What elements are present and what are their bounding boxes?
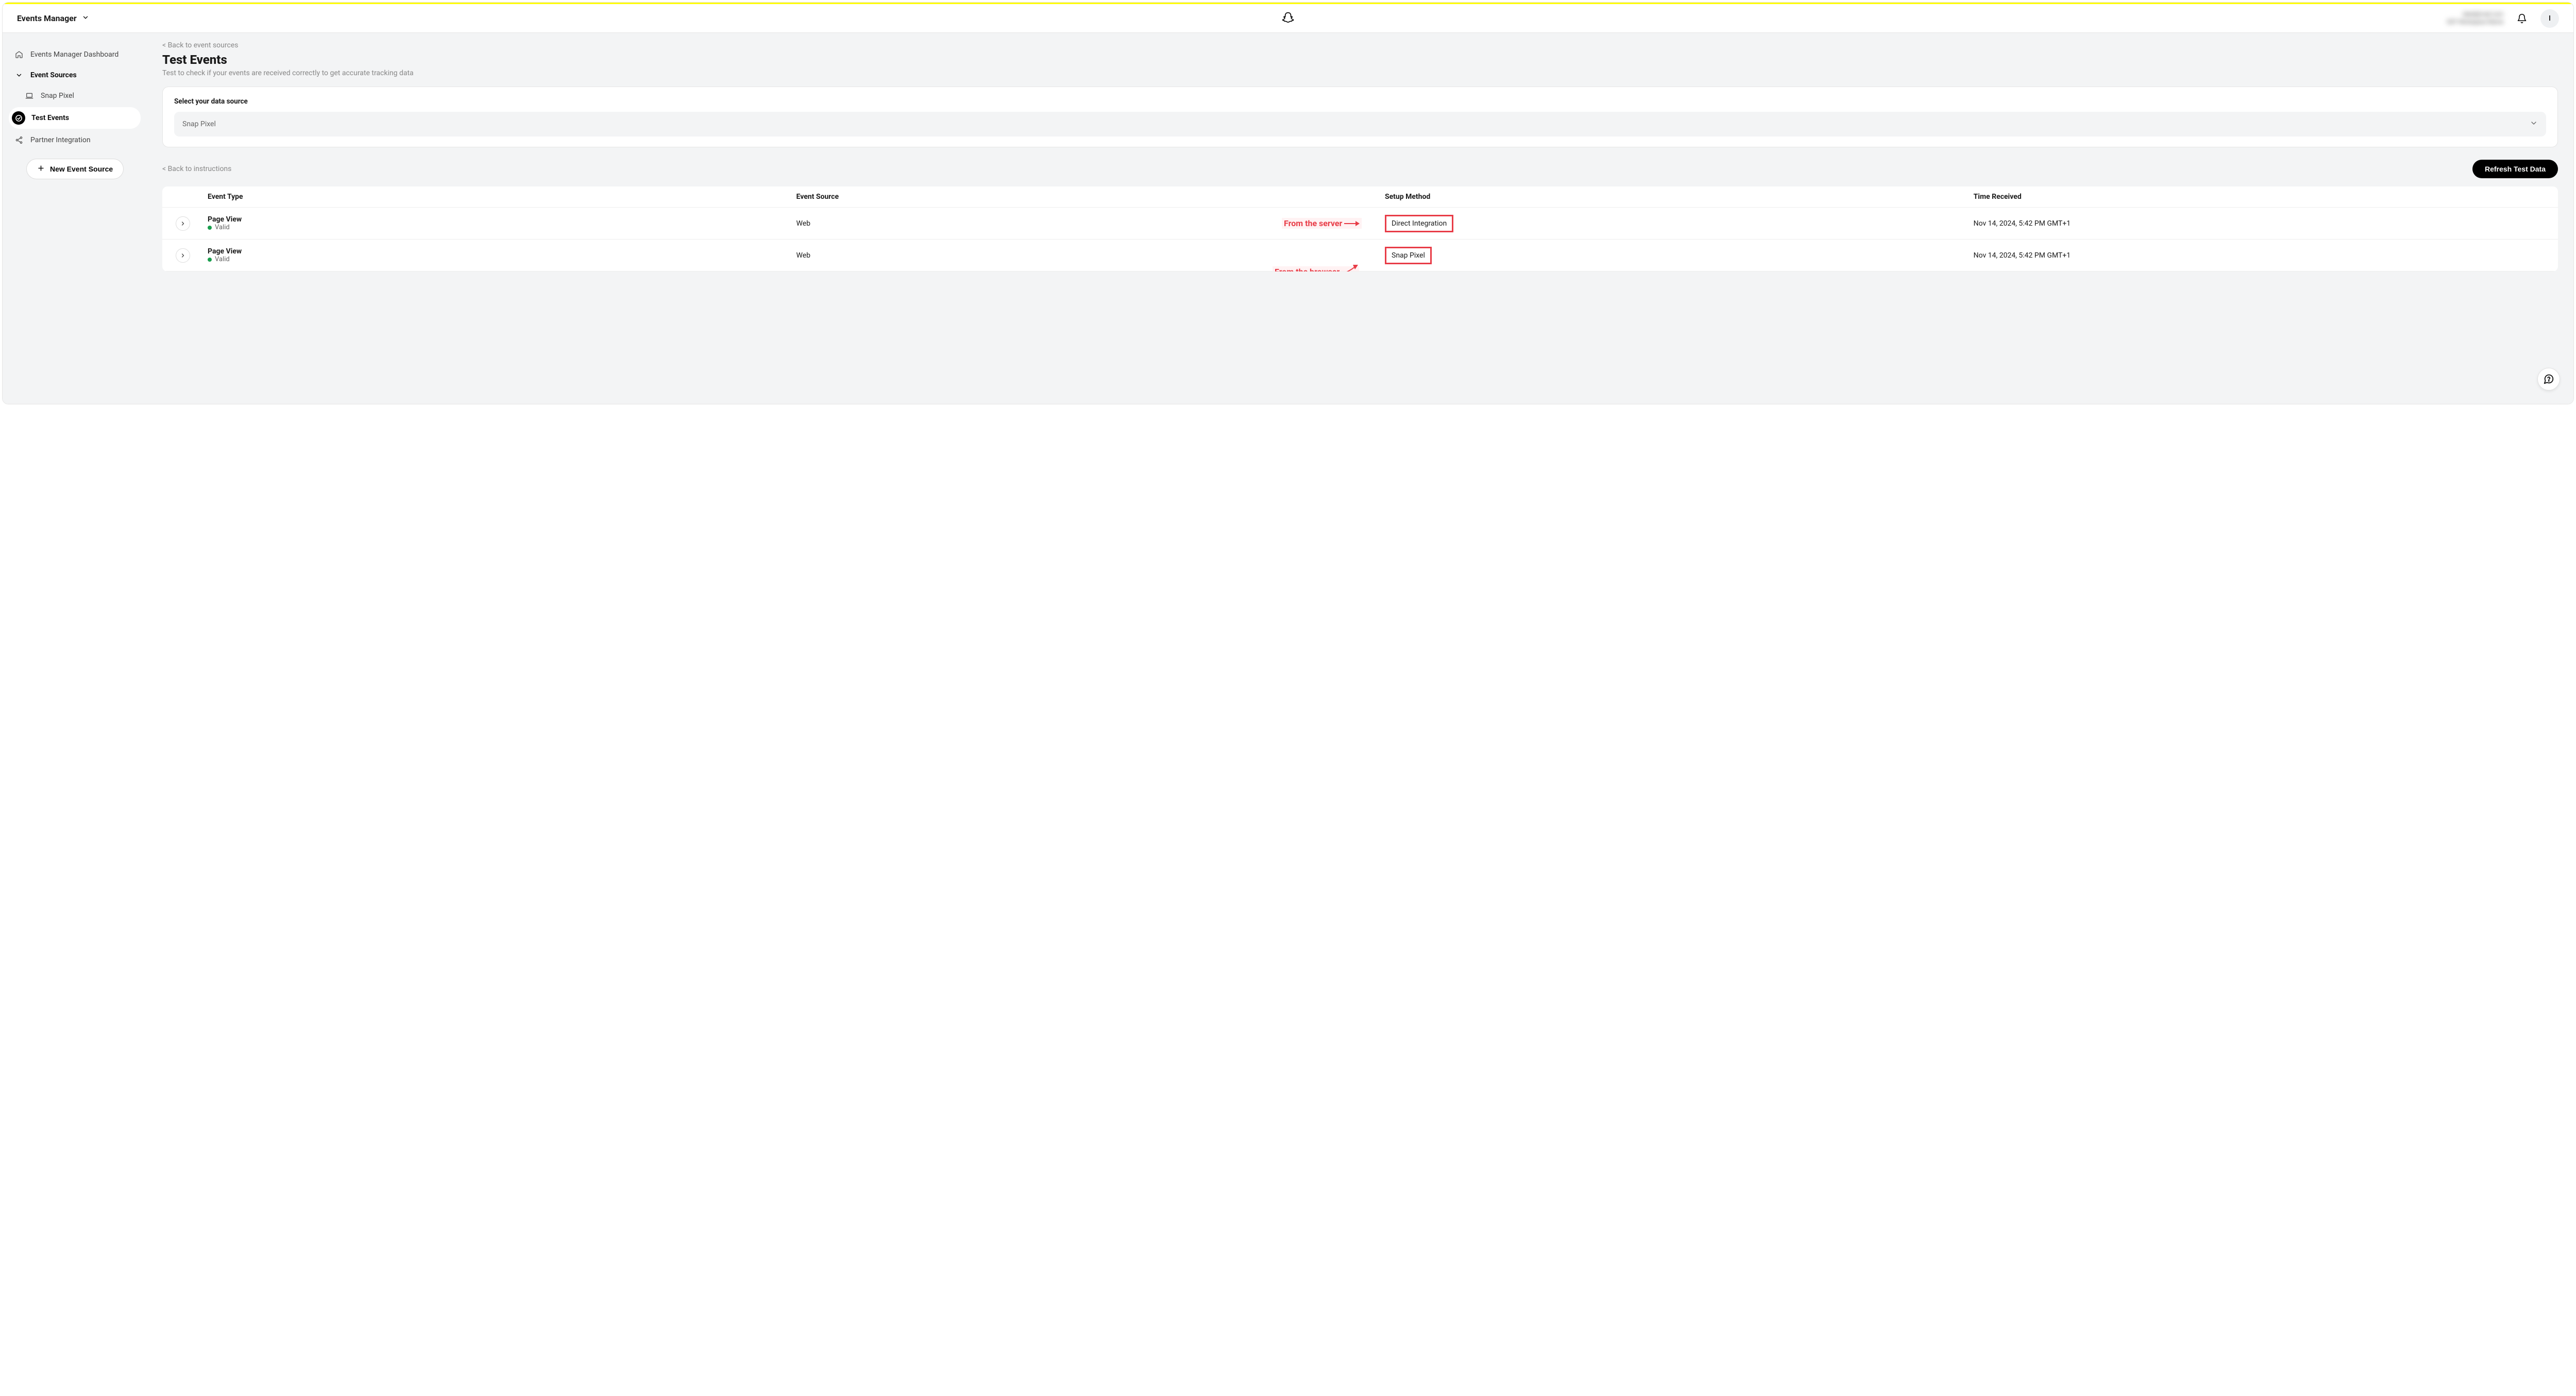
chevron-down-icon — [14, 70, 24, 80]
help-icon — [2543, 373, 2554, 385]
sidebar-item-partner-integration[interactable]: Partner Integration — [9, 131, 141, 149]
sidebar-item-label: Snap Pixel — [41, 92, 74, 100]
page-title: Test Events — [162, 53, 2558, 67]
sidebar-item-label: Event Sources — [30, 71, 77, 79]
sidebar-section-event-sources[interactable]: Event Sources — [9, 66, 141, 84]
expand-row-button[interactable] — [176, 216, 190, 231]
main-content: < Back to event sources Test Events Test… — [147, 33, 2573, 404]
share-icon — [14, 135, 24, 145]
select-label: Select your data source — [174, 97, 2546, 106]
check-circle-icon — [12, 111, 25, 125]
sidebar-item-test-events[interactable]: Test Events — [9, 107, 141, 129]
home-icon — [14, 49, 24, 60]
notifications-button[interactable] — [2513, 9, 2531, 28]
snapchat-ghost-icon — [1281, 11, 1295, 26]
status-text: Valid — [215, 224, 230, 231]
status-badge: Valid — [208, 224, 788, 231]
events-table: Event Type Event Source Setup Method Tim… — [162, 186, 2558, 271]
table-row: Page View Valid Web From the browser — [162, 240, 2558, 271]
chevron-right-icon — [180, 252, 186, 259]
status-text: Valid — [215, 256, 230, 263]
new-event-source-button[interactable]: New Event Source — [26, 159, 124, 179]
back-to-instructions-link[interactable]: < Back to instructions — [162, 165, 231, 173]
arrow-right-icon — [1344, 219, 1360, 227]
sidebar-item-dashboard[interactable]: Events Manager Dashboard — [9, 45, 141, 64]
sidebar-item-label: Events Manager Dashboard — [30, 50, 118, 59]
sidebar-item-snap-pixel[interactable]: Snap Pixel — [9, 87, 141, 105]
top-bar: Events Manager label@mail.com GST Worksp… — [3, 4, 2573, 33]
select-value: Snap Pixel — [182, 120, 216, 128]
time-received: Nov 14, 2024, 5:42 PM GMT+1 — [1970, 219, 2558, 228]
bell-icon — [2517, 13, 2527, 24]
annotation-label: From the server — [1282, 218, 1362, 229]
data-source-card: Select your data source Snap Pixel — [162, 87, 2558, 147]
annotation-label: From the browser — [1273, 266, 1359, 272]
chevron-down-icon — [2530, 119, 2538, 129]
col-event-source: Event Source — [792, 193, 1381, 201]
back-to-sources-link[interactable]: < Back to event sources — [162, 41, 238, 49]
app-name: Events Manager — [17, 13, 77, 23]
event-source: Web — [792, 251, 1381, 260]
laptop-icon — [24, 91, 35, 101]
sidebar-item-label: Test Events — [31, 114, 69, 122]
account-info-blurred: label@mail.com GST Workspace Name — [2447, 11, 2503, 26]
help-button[interactable] — [2537, 368, 2560, 390]
avatar-initial: I — [2549, 14, 2551, 23]
event-type: Page View — [208, 247, 788, 256]
setup-method-highlight: Direct Integration — [1385, 215, 1453, 232]
chevron-right-icon — [180, 220, 186, 227]
table-header: Event Type Event Source Setup Method Tim… — [162, 186, 2558, 208]
setup-method: Snap Pixel — [1392, 251, 1425, 260]
button-label: New Event Source — [50, 165, 113, 173]
event-type: Page View — [208, 215, 788, 224]
arrow-right-icon — [1342, 264, 1357, 271]
sidebar-item-label: Partner Integration — [30, 136, 91, 144]
col-time-received: Time Received — [1970, 193, 2558, 201]
profile-avatar[interactable]: I — [2540, 9, 2559, 28]
refresh-test-data-button[interactable]: Refresh Test Data — [2472, 160, 2558, 178]
expand-row-button[interactable] — [176, 248, 190, 263]
status-dot-icon — [208, 226, 212, 230]
brand-logo[interactable] — [1281, 11, 1295, 26]
setup-method-highlight: Snap Pixel — [1385, 247, 1432, 264]
col-event-type: Event Type — [204, 193, 792, 201]
status-dot-icon — [208, 258, 212, 262]
col-setup-method: Setup Method — [1381, 193, 1970, 201]
table-row: Page View Valid Web From the server — [162, 208, 2558, 240]
data-source-select[interactable]: Snap Pixel — [174, 112, 2546, 137]
setup-method: Direct Integration — [1392, 219, 1447, 228]
sidebar: Events Manager Dashboard Event Sources S… — [3, 33, 147, 404]
plus-icon — [37, 164, 45, 174]
time-received: Nov 14, 2024, 5:42 PM GMT+1 — [1970, 251, 2558, 260]
page-subtitle: Test to check if your events are receive… — [162, 69, 2558, 77]
app-switcher[interactable]: Events Manager — [17, 13, 89, 23]
status-badge: Valid — [208, 256, 788, 263]
chevron-down-icon — [82, 13, 89, 23]
